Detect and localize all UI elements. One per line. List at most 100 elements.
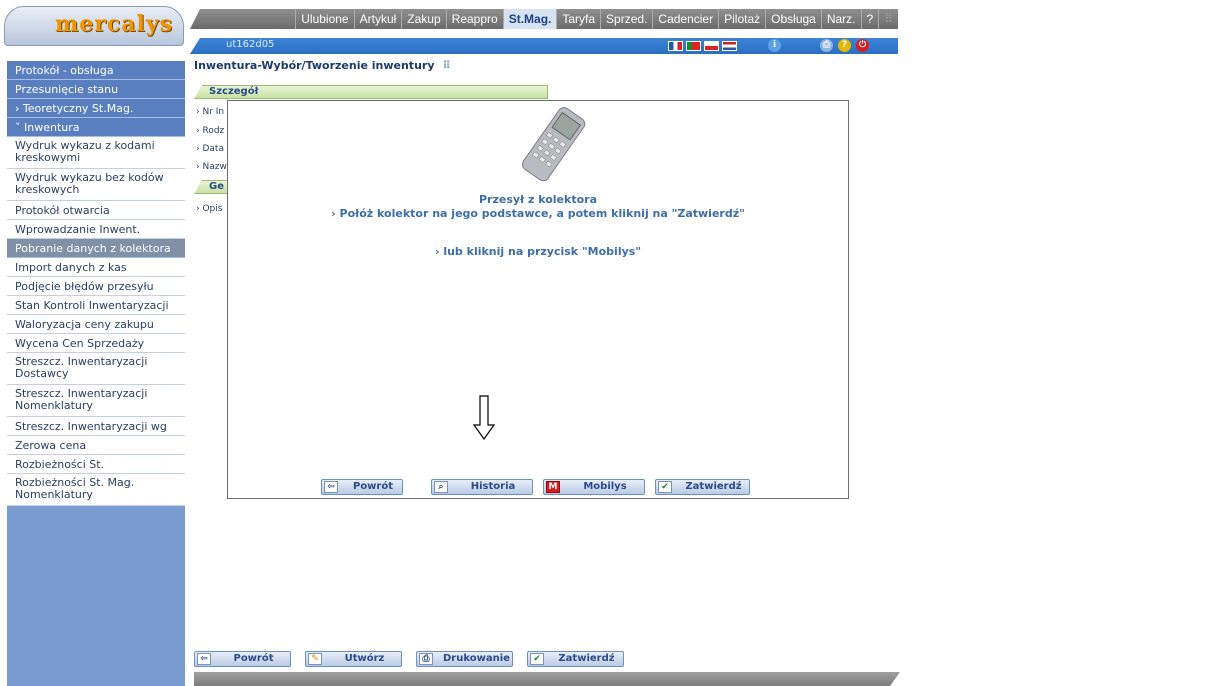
logo-text: mercalys xyxy=(55,11,174,37)
detail-row-3: › Data xyxy=(196,144,224,154)
dialog-confirm-button[interactable]: ✔ Zatwierdź xyxy=(655,479,750,495)
dialog-back-button[interactable]: ⇦ Powrót xyxy=(321,479,403,495)
user-id: ut162d05 xyxy=(226,39,275,50)
button-label: Mobilys xyxy=(583,481,627,492)
detail-panel-title: Szczegół xyxy=(209,86,259,97)
page-title: Inwentura-Wybór/Tworzenie inwentury ⠿ xyxy=(194,59,451,72)
sidebar: Protokół - obsługa Przesunięcie stanu › Te… xyxy=(7,61,185,686)
sidebar-item[interactable]: Rozbieżności St. Mag. Nomenklatury xyxy=(7,474,185,506)
create-button[interactable]: ✎ Utwórz xyxy=(305,651,402,667)
create-icon: ✎ xyxy=(308,653,322,665)
sidebar-item[interactable]: Streszcz. Inwentaryzacji wg VAT xyxy=(7,417,185,452)
dialog-alternative-text: lub kliknij na przycisk "Mobilys" xyxy=(443,245,642,258)
sidebar-item[interactable]: Wydruk wykazu bez kodów kreskowych xyxy=(7,169,185,201)
check-icon: ✔ xyxy=(530,653,544,665)
sidebar-item[interactable]: ˅ Inwentura xyxy=(7,118,185,137)
sidebar-item[interactable]: › Teoretyczny St.Mag. xyxy=(7,99,185,118)
info-bar: ut162d05 i ⎙ ? ⏻ xyxy=(190,38,898,54)
chevron-down-icon: ˅ xyxy=(15,121,24,134)
sidebar-item-label: Zerowa cena xyxy=(15,439,87,452)
sidebar-item[interactable]: Przesunięcie stanu xyxy=(7,80,185,99)
bottom-status-bar xyxy=(194,672,900,686)
dialog-mobilys-button[interactable]: M Mobilys xyxy=(543,479,645,495)
flag-fr-icon[interactable] xyxy=(668,41,683,51)
sidebar-item-label: Przesunięcie stanu xyxy=(15,83,119,96)
detail-row-label: Rodz xyxy=(202,126,225,136)
sidebar-item[interactable]: Wydruk wykazu z kodami kreskowymi xyxy=(7,137,185,169)
back-button[interactable]: ⇦ Powrót xyxy=(194,651,291,667)
help-icon[interactable]: ? xyxy=(838,39,851,52)
sidebar-item-label: Import danych z kas xyxy=(15,261,127,274)
sidebar-item-label: Inwentura xyxy=(24,121,80,134)
button-label: Powrót xyxy=(233,653,274,664)
sidebar-item-label: Podjęcie błędów przesyłu xyxy=(15,280,154,293)
top-menu-item[interactable]: Zakup xyxy=(401,9,445,29)
sidebar-item[interactable]: Protokół otwarcia xyxy=(7,201,185,220)
top-menu-bar: Ulubione Artykuł Zakup Reappro St.Mag. Taryfa… xyxy=(190,9,898,29)
printer-icon[interactable]: ⎙ xyxy=(820,39,833,52)
sidebar-item[interactable]: Import danych z kas xyxy=(7,258,185,277)
sidebar-item-label: Protokół otwarcia xyxy=(15,204,110,217)
sidebar-item-label: Wycena Cen Sprzedaży xyxy=(15,337,145,350)
flag-pt-icon[interactable] xyxy=(686,41,701,51)
button-label: Powrót xyxy=(352,481,394,492)
top-menu-item[interactable]: ? xyxy=(860,9,879,29)
sidebar-item-label: Wprowadzanie Inwent. xyxy=(15,223,141,236)
top-menu-item[interactable]: Taryfa xyxy=(556,9,600,29)
sidebar-item[interactable]: Streszcz. Inwentaryzacji Nomenklatury xyxy=(7,385,185,417)
sidebar-item[interactable]: Pobranie danych z kolektora xyxy=(7,239,185,258)
flag-pl-icon[interactable] xyxy=(704,41,719,51)
dialog-instruction-text: Połóż kolektor na jego podstawce, a pote… xyxy=(339,207,745,220)
sidebar-item[interactable]: Wprowadzanie Inwent. xyxy=(7,220,185,239)
button-label: Utwórz xyxy=(344,653,385,664)
sidebar-item-label: Stan Kontroli Inwentaryzacji xyxy=(15,299,169,312)
sidebar-item-label: Rozbieżności St. Mag. Nomenklatury xyxy=(15,476,135,501)
sidebar-item[interactable]: Rozbieżności St. Mag.Artykułu xyxy=(7,455,185,490)
sidebar-item[interactable]: Stan Kontroli Inwentaryzacji xyxy=(7,296,185,315)
top-menu-item[interactable]: Sprzed. xyxy=(600,9,652,29)
confirm-button[interactable]: ✔ Zatwierdź xyxy=(527,651,624,667)
sidebar-item[interactable]: Podjęcie błędów przesyłu xyxy=(7,277,185,296)
detail-row-label: Nazw xyxy=(202,162,227,172)
top-menu-item[interactable]: Artykuł xyxy=(353,9,402,29)
top-menu-item[interactable]: Ulubione xyxy=(295,9,353,29)
dialog-history-button[interactable]: ⌕ Historia xyxy=(431,479,533,495)
detail-row-1: › Nr In xyxy=(196,107,225,117)
detail-row-label: Data xyxy=(202,144,224,154)
printer-icon: ⎙ xyxy=(419,653,433,665)
chevron-right-icon: › xyxy=(15,102,23,115)
top-menu-item[interactable]: St.Mag. xyxy=(502,9,557,29)
top-menu-item[interactable]: Cadencier xyxy=(652,9,718,29)
general-panel-title: Ge xyxy=(209,181,224,192)
flag-nl-icon[interactable] xyxy=(722,41,737,51)
check-icon: ✔ xyxy=(658,481,672,493)
grip-icon[interactable]: ⠿ xyxy=(442,59,451,72)
sidebar-item-label: Wydruk wykazu bez kodów kreskowych xyxy=(15,171,164,196)
sidebar-item-label: Protokół - obsługa xyxy=(15,64,114,77)
detail-row-label: Nr In xyxy=(202,107,225,117)
top-menu-item[interactable]: Narz. xyxy=(820,9,861,29)
sidebar-item[interactable]: Protokół - obsługa xyxy=(7,61,185,80)
top-menu-item[interactable]: Reappro xyxy=(445,9,503,29)
mercalys-logo: mercalys xyxy=(4,6,184,46)
button-label: Zatwierdź xyxy=(685,481,742,492)
button-label: Zatwierdź xyxy=(558,653,615,664)
info-icon[interactable]: i xyxy=(768,39,781,52)
magnifier-icon: ⌕ xyxy=(434,481,448,493)
sidebar-item[interactable]: Waloryzacja ceny zakupu xyxy=(7,315,185,334)
back-arrow-icon: ⇦ xyxy=(197,653,211,665)
sidebar-item[interactable]: Streszcz. Inwentaryzacji Dostawcy xyxy=(7,353,185,385)
print-button[interactable]: ⎙ Drukowanie xyxy=(416,651,513,667)
sidebar-item-label: Streszcz. Inwentaryzacji Dostawcy xyxy=(15,355,148,380)
handheld-collector-icon xyxy=(521,107,586,182)
detail-panel-header: Szczegół xyxy=(194,85,548,99)
detail-row-2: › Rodz xyxy=(196,126,225,136)
sidebar-item-label: Streszcz. Inwentaryzacji Nomenklatury xyxy=(15,387,148,412)
detail-row-5: › Opis xyxy=(196,204,223,214)
top-menu-item[interactable]: Pilotaż xyxy=(718,9,765,29)
sidebar-item[interactable]: Wycena Cen Sprzedaży xyxy=(7,334,185,353)
top-menu-item[interactable]: Obsługa xyxy=(765,9,821,29)
sidebar-item[interactable]: Zerowa cena xyxy=(7,436,185,455)
menu-grip-icon[interactable]: ⠿ xyxy=(878,9,898,29)
power-icon[interactable]: ⏻ xyxy=(856,39,869,52)
